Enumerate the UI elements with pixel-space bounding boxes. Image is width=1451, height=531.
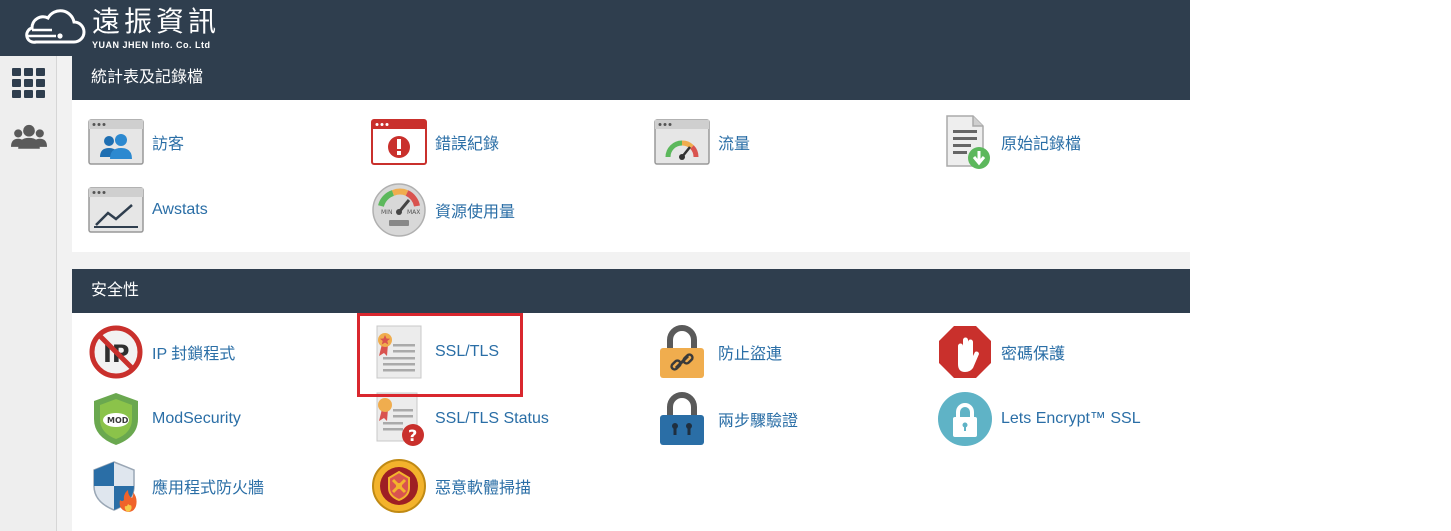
svg-text:?: ? xyxy=(408,426,417,445)
tool-directory-privacy[interactable]: 密碼保護 xyxy=(937,324,1065,380)
awstats-icon xyxy=(88,187,144,233)
tool-label: SSL/TLS Status xyxy=(435,410,549,427)
sidebar-item-users[interactable] xyxy=(11,120,47,154)
tool-label: Awstats xyxy=(152,201,208,218)
modsecurity-icon: MOD xyxy=(94,393,138,445)
tool-label: 防止盜連 xyxy=(718,346,783,363)
tool-label: IP 封鎖程式 xyxy=(152,346,236,363)
tool-ssl-tls-status[interactable]: ? SSL/TLS Status xyxy=(371,391,549,447)
tool-app-firewall[interactable]: 應用程式防火牆 xyxy=(88,458,264,514)
svg-text:MAX: MAX xyxy=(407,209,420,216)
brand-name-en: YUAN JHEN Info. Co. Ltd xyxy=(92,39,211,50)
visitors-icon xyxy=(88,119,144,165)
brand-name-cn: 遠振資訊 xyxy=(92,4,221,38)
section-security: 安全性 IP IP 封鎖程式 SSL/TLS xyxy=(72,269,1190,531)
app-firewall-icon xyxy=(93,461,137,512)
tool-two-factor[interactable]: 兩步驟驗證 xyxy=(654,391,798,447)
resource-usage-icon: MIN MAX xyxy=(372,183,426,237)
grid-icon xyxy=(12,68,45,98)
tool-hotlink-protection[interactable]: 防止盜連 xyxy=(654,324,782,380)
hotlink-protection-icon xyxy=(660,325,704,378)
lets-encrypt-icon xyxy=(938,392,992,446)
section-statistics: 統計表及記錄檔 訪客 錯誤紀錄 流量 原始記錄檔 Awstats MIN MAX… xyxy=(72,56,1190,252)
section-title: 安全性 xyxy=(72,269,1190,313)
tool-label: 訪客 xyxy=(152,136,185,153)
tool-errors[interactable]: 錯誤紀錄 xyxy=(371,114,499,170)
cloud-logo-icon xyxy=(25,9,86,44)
tool-label: 原始記錄檔 xyxy=(1001,136,1082,153)
section-title: 統計表及記錄檔 xyxy=(72,56,1190,100)
tool-label: 惡意軟體掃描 xyxy=(435,480,532,497)
tool-raw-access[interactable]: 原始記錄檔 xyxy=(937,114,1081,170)
sidebar-item-tools[interactable] xyxy=(11,66,47,100)
svg-text:MIN: MIN xyxy=(381,209,392,216)
tool-label: 密碼保護 xyxy=(1001,346,1066,363)
svg-text:MOD: MOD xyxy=(107,416,129,425)
tool-visitors[interactable]: 訪客 xyxy=(88,114,184,170)
tool-lets-encrypt[interactable]: Lets Encrypt™ SSL xyxy=(937,391,1141,447)
tool-label: Lets Encrypt™ SSL xyxy=(1001,410,1141,427)
raw-access-icon xyxy=(946,115,990,169)
top-bar: 遠振資訊 YUAN JHEN Info. Co. Ltd xyxy=(0,0,1190,56)
directory-privacy-icon xyxy=(939,326,991,378)
users-icon xyxy=(11,124,47,149)
tool-label: 應用程式防火牆 xyxy=(152,480,265,497)
malware-scan-icon xyxy=(372,459,426,513)
errors-icon xyxy=(371,119,427,165)
tool-malware-scan[interactable]: 惡意軟體掃描 xyxy=(371,458,531,514)
tool-awstats[interactable]: Awstats xyxy=(88,182,208,238)
tool-label: 錯誤紀錄 xyxy=(435,136,500,153)
tool-modsecurity[interactable]: MOD ModSecurity xyxy=(88,391,241,447)
ssl-tls-status-icon: ? xyxy=(376,392,424,446)
tool-label: 資源使用量 xyxy=(435,204,516,221)
tool-resource-usage[interactable]: MIN MAX 資源使用量 xyxy=(371,182,515,238)
tool-label: ModSecurity xyxy=(152,410,241,427)
brand-logo[interactable]: 遠振資訊 YUAN JHEN Info. Co. Ltd xyxy=(22,4,220,52)
tool-label: 流量 xyxy=(718,136,751,153)
two-factor-icon xyxy=(660,392,704,445)
tool-bandwidth[interactable]: 流量 xyxy=(654,114,750,170)
bandwidth-icon xyxy=(654,119,710,165)
tool-label: 兩步驟驗證 xyxy=(718,413,799,430)
sidebar xyxy=(0,56,57,531)
tool-ip-blocker[interactable]: IP IP 封鎖程式 xyxy=(88,324,235,380)
main-content: 統計表及記錄檔 訪客 錯誤紀錄 流量 原始記錄檔 Awstats MIN MAX… xyxy=(57,56,1190,531)
ip-blocker-icon: IP xyxy=(89,325,143,379)
highlight-box xyxy=(357,313,523,397)
